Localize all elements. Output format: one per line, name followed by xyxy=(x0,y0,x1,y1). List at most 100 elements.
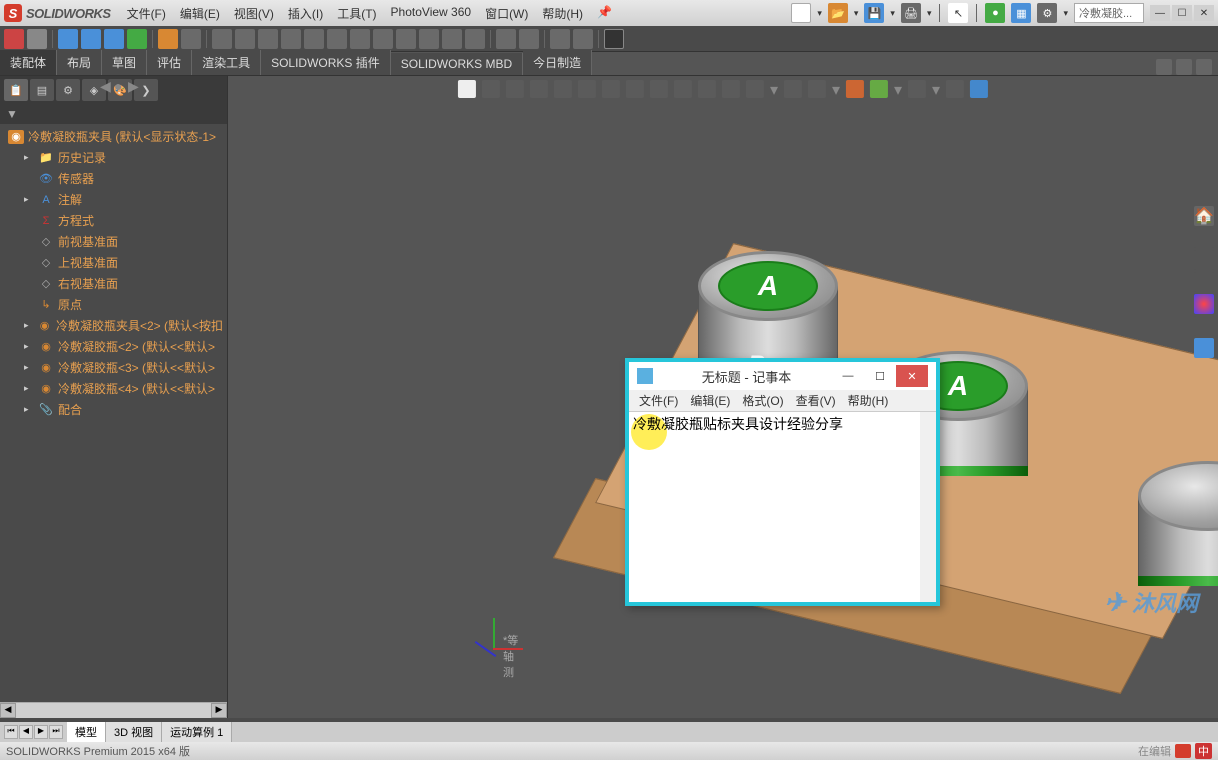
doc-max-icon[interactable] xyxy=(1176,59,1192,75)
tb-icon-1[interactable] xyxy=(4,29,24,49)
tb-icon-22[interactable] xyxy=(519,29,539,49)
vp-rotate-icon[interactable] xyxy=(554,80,572,98)
settings-icon[interactable]: ⚙ xyxy=(1037,3,1057,23)
rt-view-icon[interactable] xyxy=(1194,272,1214,292)
select-icon[interactable]: ↖ xyxy=(948,3,968,23)
dropdown-icon[interactable]: ▾ xyxy=(1063,8,1068,19)
tree-annotations[interactable]: ▸A注解 xyxy=(0,189,227,210)
tb-icon-14[interactable] xyxy=(327,29,347,49)
tab-render[interactable]: 渲染工具 xyxy=(192,50,261,75)
tab-last[interactable]: ⏭ xyxy=(49,725,63,739)
notepad-titlebar[interactable]: 无标题 - 记事本 — ☐ ✕ xyxy=(629,362,936,390)
tree-part3[interactable]: ▸◉冷敷凝胶瓶<3> (默认<<默认> xyxy=(0,357,227,378)
tab-next[interactable]: ▶ xyxy=(34,725,48,739)
tb-icon-25[interactable] xyxy=(604,29,624,49)
np-menu-help[interactable]: 帮助(H) xyxy=(842,390,895,411)
menu-pin-icon[interactable]: 📌 xyxy=(591,2,618,25)
vp-display2-icon[interactable] xyxy=(722,80,740,98)
status-icon-1[interactable] xyxy=(1175,744,1191,758)
dropdown-icon[interactable]: ▾ xyxy=(927,8,932,19)
menu-tools[interactable]: 工具(T) xyxy=(331,2,382,25)
bottom-tab-model[interactable]: 模型 xyxy=(67,722,106,742)
rebuild-icon[interactable]: ● xyxy=(985,3,1005,23)
dropdown-icon[interactable]: ▾ xyxy=(854,8,859,19)
tab-sw-plugin[interactable]: SOLIDWORKS 插件 xyxy=(261,50,391,75)
tb-icon-2[interactable] xyxy=(27,29,47,49)
tree-right-plane[interactable]: ◇右视基准面 xyxy=(0,273,227,294)
tree-front-plane[interactable]: ◇前视基准面 xyxy=(0,231,227,252)
tb-icon-20[interactable] xyxy=(465,29,485,49)
tree-origin[interactable]: ↳原点 xyxy=(0,294,227,315)
menu-photoview[interactable]: PhotoView 360 xyxy=(385,2,478,25)
menu-window[interactable]: 窗口(W) xyxy=(479,2,534,25)
tree-root[interactable]: ◉冷敷凝胶瓶夹具 (默认<显示状态-1> xyxy=(0,126,227,147)
tb-icon-5[interactable] xyxy=(104,29,124,49)
vp-line-icon[interactable] xyxy=(506,80,524,98)
tab-prev[interactable]: ◀ xyxy=(19,725,33,739)
rt-list-icon[interactable] xyxy=(1194,338,1214,358)
tb-icon-13[interactable] xyxy=(304,29,324,49)
bottom-tab-3dview[interactable]: 3D 视图 xyxy=(106,722,162,742)
open-icon[interactable]: 📂 xyxy=(828,3,848,23)
tb-icon-4[interactable] xyxy=(81,29,101,49)
vp-zoom-icon[interactable] xyxy=(482,80,500,98)
tree-part2[interactable]: ▸◉冷敷凝胶瓶<2> (默认<<默认> xyxy=(0,336,227,357)
vp-cube-icon[interactable] xyxy=(970,80,988,98)
notepad-close[interactable]: ✕ xyxy=(896,365,928,387)
tb-icon-6[interactable] xyxy=(127,29,147,49)
close-button[interactable]: ✕ xyxy=(1194,5,1214,21)
notepad-maximize[interactable]: ☐ xyxy=(864,365,896,387)
vp-grid-icon[interactable] xyxy=(908,80,926,98)
vp-appear1-icon[interactable] xyxy=(846,80,864,98)
tab-evaluate[interactable]: 评估 xyxy=(147,50,192,75)
vp-display3-icon[interactable] xyxy=(746,80,764,98)
minimize-button[interactable]: — xyxy=(1150,5,1170,21)
notepad-body[interactable]: 冷敷凝胶瓶贴标夹具设计经验分享 xyxy=(629,412,936,602)
tb-icon-16[interactable] xyxy=(373,29,393,49)
vp-select-icon[interactable] xyxy=(458,80,476,98)
vp-view2-icon[interactable] xyxy=(602,80,620,98)
search-input[interactable]: 冷敷凝胶... xyxy=(1074,3,1144,23)
panel-tab-tree[interactable]: 📋 xyxy=(4,79,28,101)
vp-view3-icon[interactable] xyxy=(626,80,644,98)
tree-mates[interactable]: ▸📎配合 xyxy=(0,399,227,420)
notepad-minimize[interactable]: — xyxy=(832,365,864,387)
bottom-tab-motion[interactable]: 运动算例 1 xyxy=(162,722,232,742)
vp-view4-icon[interactable] xyxy=(650,80,668,98)
tb-icon-11[interactable] xyxy=(258,29,278,49)
tab-first[interactable]: ⏮ xyxy=(4,725,18,739)
tb-icon-24[interactable] xyxy=(573,29,593,49)
tree-equations[interactable]: Σ方程式 xyxy=(0,210,227,231)
options-icon[interactable]: ▦ xyxy=(1011,3,1031,23)
np-menu-format[interactable]: 格式(O) xyxy=(736,390,789,411)
tb-icon-19[interactable] xyxy=(442,29,462,49)
maximize-button[interactable]: ☐ xyxy=(1172,5,1192,21)
tree-filter[interactable]: ▼ xyxy=(0,104,227,124)
tree-top-plane[interactable]: ◇上视基准面 xyxy=(0,252,227,273)
tree-sensors[interactable]: 👁传感器 xyxy=(0,168,227,189)
menu-edit[interactable]: 编辑(E) xyxy=(174,2,226,25)
rt-lib-icon[interactable] xyxy=(1194,228,1214,248)
lang-indicator[interactable]: 中 xyxy=(1195,743,1212,759)
tab-layout[interactable]: 布局 xyxy=(57,50,102,75)
tb-icon-8[interactable] xyxy=(181,29,201,49)
panel-scrollbar[interactable]: ◀▶ xyxy=(0,702,227,718)
tb-icon-7[interactable] xyxy=(158,29,178,49)
tb-icon-17[interactable] xyxy=(396,29,416,49)
vp-scene-icon[interactable] xyxy=(808,80,826,98)
tab-sw-mbd[interactable]: SOLIDWORKS MBD xyxy=(391,53,523,75)
new-doc-icon[interactable]: ▫ xyxy=(791,3,811,23)
tree-part1[interactable]: ▸◉冷敷凝胶瓶夹具<2> (默认<按扣 xyxy=(0,315,227,336)
vp-ruler-icon[interactable] xyxy=(946,80,964,98)
tb-icon-15[interactable] xyxy=(350,29,370,49)
menu-insert[interactable]: 插入(I) xyxy=(282,2,329,25)
np-menu-edit[interactable]: 编辑(E) xyxy=(684,390,736,411)
rt-home-icon[interactable]: 🏠 xyxy=(1194,206,1214,226)
dropdown-icon[interactable]: ▾ xyxy=(890,8,895,19)
tab-assembly[interactable]: 装配体 xyxy=(0,50,57,75)
np-menu-file[interactable]: 文件(F) xyxy=(633,390,684,411)
doc-min-icon[interactable] xyxy=(1156,59,1172,75)
panel-tab-property[interactable]: ▤ xyxy=(30,79,54,101)
panel-tab-config[interactable]: ⚙ xyxy=(56,79,80,101)
save-icon[interactable]: 💾 xyxy=(864,3,884,23)
